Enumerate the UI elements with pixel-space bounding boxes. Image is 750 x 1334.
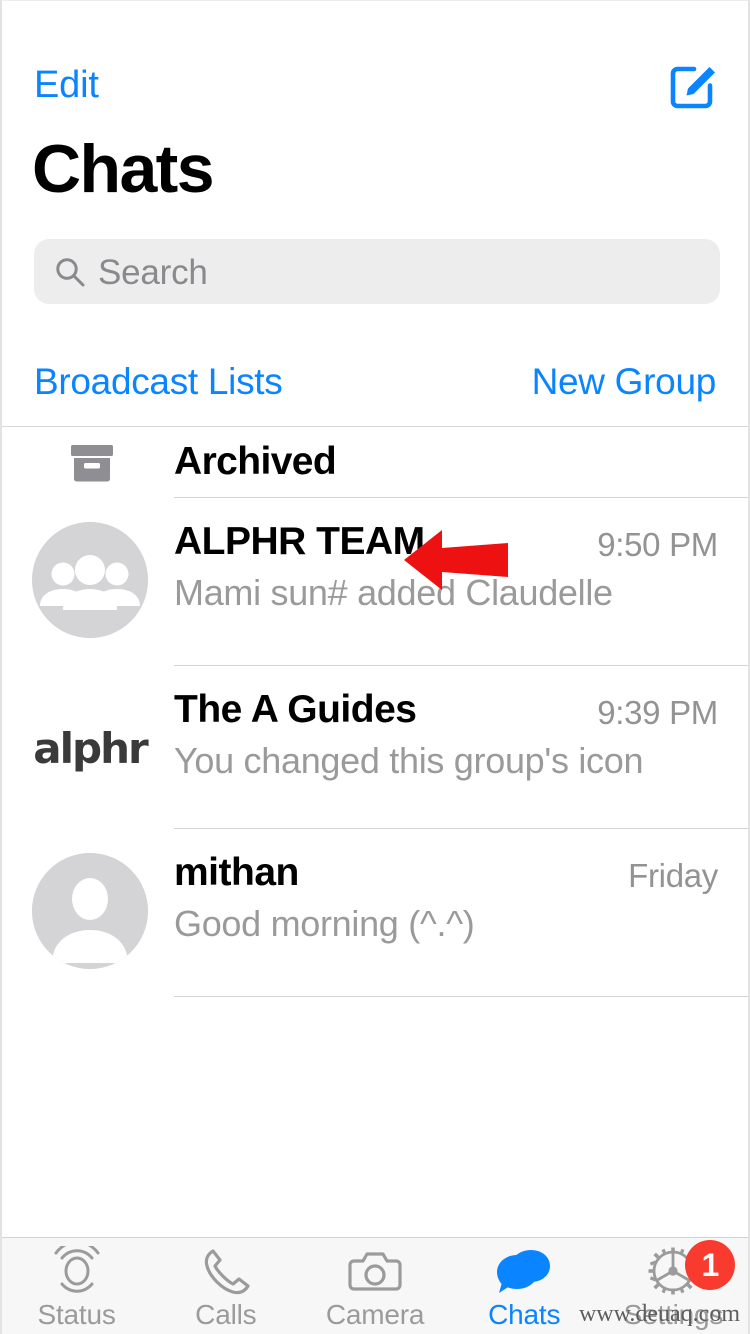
tab-label: Status [37,1299,116,1330]
chat-preview: Mami sun# added Claudelle [174,572,613,613]
tab-camera[interactable]: Camera [300,1238,449,1334]
chat-timestamp: 9:50 PM [597,526,718,563]
search-icon [54,256,86,288]
avatar [32,853,148,969]
avatar [32,522,148,638]
tab-label: Calls [195,1299,257,1330]
tab-calls[interactable]: Calls [151,1238,300,1334]
archive-box-icon [68,443,116,485]
chat-title: ALPHR TEAM [174,520,425,563]
chat-title: mithan [174,851,299,894]
status-rings-icon [50,1240,104,1296]
camera-icon [348,1246,402,1296]
chat-preview: You changed this group's icon [174,740,644,781]
tab-label: Chats [488,1299,561,1330]
broadcast-lists-button[interactable]: Broadcast Lists [34,357,283,407]
chat-row[interactable]: alphr The A Guides You changed this grou… [2,666,748,829]
archived-label: Archived [174,440,337,483]
tab-status[interactable]: Status [2,1238,151,1334]
avatar: alphr [32,690,149,806]
chat-list: Archived ALPHR TEAM Mami sun# added Clau… [2,427,748,997]
search-input[interactable] [96,239,706,306]
chat-row[interactable]: mithan Good morning (^.^) Friday [2,829,748,997]
tab-chats[interactable]: Chats [450,1238,599,1334]
status-badge: 1 [685,1240,736,1290]
chat-timestamp: Friday [628,857,718,894]
new-group-button[interactable]: New Group [532,357,717,407]
quick-links-row: Broadcast Lists New Group [2,353,748,425]
group-avatar-icon [32,522,148,638]
page-title: Chats [32,131,215,207]
compose-icon[interactable] [666,57,722,113]
alphr-logo-avatar: alphr [32,690,149,806]
watermark: www.deuaq.com [578,1301,740,1327]
chat-title: The A Guides [174,688,417,731]
search-bar[interactable] [34,239,720,306]
tab-label: Camera [325,1299,425,1330]
phone-icon [199,1246,253,1296]
chat-timestamp: 9:39 PM [597,694,718,731]
whatsapp-chats-screen: Edit Chats Broadcast Lists New Group [0,0,750,1334]
chat-bubbles-icon [497,1246,551,1296]
navigation-bar: Edit [2,1,748,129]
edit-button[interactable]: Edit [34,63,99,107]
chat-preview: Good morning (^.^) [174,903,475,944]
row-separator [174,996,748,997]
person-avatar-icon [32,853,148,969]
chat-row[interactable]: ALPHR TEAM Mami sun# added Claudelle 9:5… [2,498,748,666]
archived-row[interactable]: Archived [2,427,748,498]
